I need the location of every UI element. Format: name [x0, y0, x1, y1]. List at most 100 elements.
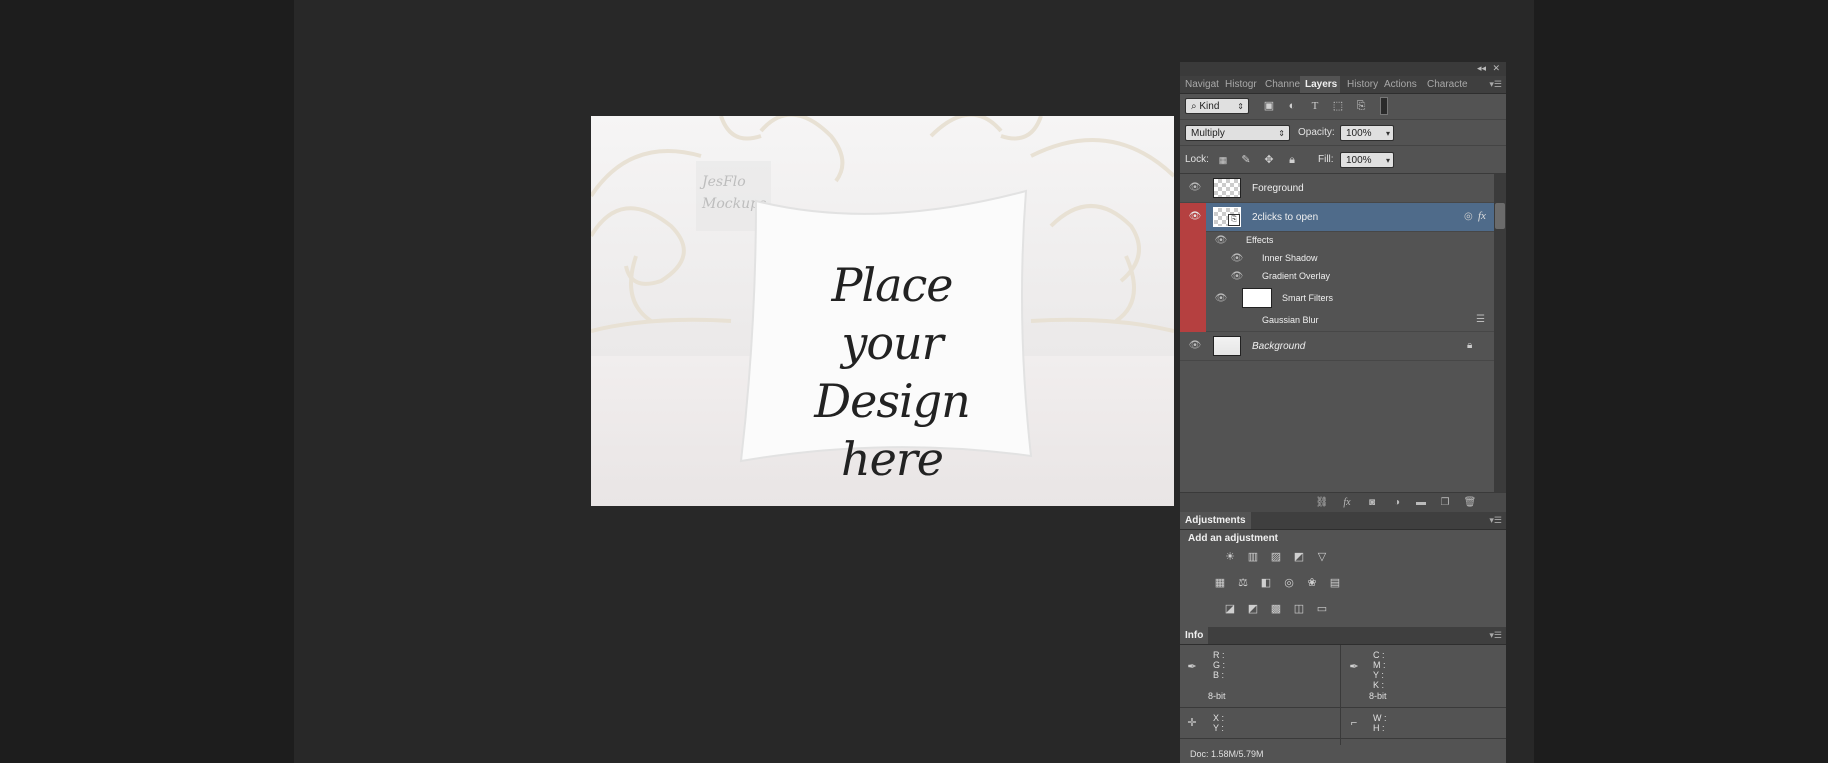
smart-filters-row[interactable]: 👁︎ Smart Filters — [1206, 286, 1494, 310]
selective-color-icon[interactable]: ◫ — [1292, 602, 1306, 616]
panel-menu-icon[interactable]: ▾☰ — [1489, 627, 1502, 644]
photo-filter-icon[interactable]: ◎ — [1282, 576, 1296, 590]
tab-channels[interactable]: Channe — [1260, 76, 1305, 93]
layer-name-foreground[interactable]: Foreground — [1252, 183, 1304, 194]
lock-transparent-pixels-icon[interactable]: ▦ — [1216, 153, 1230, 167]
visibility-eye-icon[interactable]: 👁︎ — [1230, 253, 1244, 264]
filter-gaussian-blur[interactable]: Gaussian Blur ☰ — [1206, 310, 1494, 332]
crosshair-icon: ✛ — [1187, 717, 1197, 729]
tab-history[interactable]: History — [1342, 76, 1383, 93]
chevron-down-icon: ▾ — [1385, 129, 1390, 138]
panels-dock: ◂◂ ✕ Navigat Histogr Channe Layers Histo… — [1180, 62, 1506, 763]
add-layer-style-icon[interactable]: fx — [1340, 496, 1354, 510]
new-group-folder-icon[interactable]: ▬ — [1414, 496, 1428, 510]
invert-icon[interactable]: ◪ — [1223, 602, 1237, 616]
cmyk-readout: C : M : Y : K : — [1373, 650, 1386, 690]
smart-object-filter-icon[interactable]: ⎘ — [1354, 99, 1368, 113]
c-label: C : — [1373, 650, 1385, 660]
fill-value: 100% — [1346, 155, 1372, 166]
blend-mode-value: Multiply — [1191, 128, 1225, 139]
layer-row-foreground[interactable]: 👁︎ Foreground — [1180, 174, 1494, 203]
smart-object-badge-icon: ⎘ — [1228, 214, 1240, 226]
filter-kind-value: Kind — [1199, 101, 1220, 112]
opacity-field[interactable]: 100% ▾ — [1340, 125, 1394, 141]
add-adjustment-heading: Add an adjustment — [1188, 533, 1279, 544]
hue-saturation-icon[interactable]: ▦ — [1213, 576, 1227, 590]
brightness-contrast-icon[interactable]: ☀ — [1223, 550, 1237, 564]
channel-mixer-icon[interactable]: ❀ — [1305, 576, 1319, 590]
new-adjustment-layer-icon[interactable]: ◑ — [1390, 496, 1404, 510]
gradient-map-icon[interactable]: ▭ — [1315, 602, 1329, 616]
threshold-icon[interactable]: ▩ — [1269, 602, 1283, 616]
lock-image-pixels-icon[interactable]: ✎ — [1239, 153, 1253, 167]
color-lookup-icon[interactable]: ▤ — [1328, 576, 1342, 590]
tab-character[interactable]: Characte — [1422, 76, 1473, 93]
effects-row[interactable]: 👁︎ Effects — [1206, 232, 1494, 250]
collapse-icon[interactable]: ◂◂ — [1477, 63, 1486, 74]
layer-thumbnail — [1213, 336, 1241, 356]
link-layers-icon[interactable]: ⛓ — [1315, 496, 1329, 510]
close-icon[interactable]: ✕ — [1492, 63, 1500, 74]
effect-gradient-overlay[interactable]: 👁︎ Gradient Overlay — [1206, 268, 1494, 286]
right-margin — [1534, 0, 1828, 763]
panel-menu-icon[interactable]: ▾☰ — [1489, 512, 1502, 529]
exposure-icon[interactable]: ◩ — [1292, 550, 1306, 564]
filter-toggle-switch[interactable] — [1380, 97, 1388, 115]
lock-label: Lock: — [1185, 154, 1209, 165]
layer-name-background[interactable]: Background — [1252, 341, 1305, 352]
tab-info[interactable]: Info — [1180, 627, 1209, 644]
vibrance-icon[interactable]: ▽ — [1315, 550, 1329, 564]
layers-bottom-toolbar: ⛓ fx ◙ ◑ ▬ ❐ 🗑︎ — [1180, 492, 1506, 513]
layers-list: 👁︎ Foreground ⎘ 2clicks to open ◎ fx 👁︎ … — [1180, 174, 1494, 492]
adjustments-tab-bar: Adjustments ▾☰ — [1180, 512, 1506, 530]
fx-icon[interactable]: fx — [1478, 210, 1486, 222]
black-white-icon[interactable]: ◧ — [1259, 576, 1273, 590]
visibility-eye-icon[interactable]: 👁︎ — [1188, 340, 1202, 351]
m-label: M : — [1373, 660, 1386, 670]
tab-navigator[interactable]: Navigat — [1180, 76, 1224, 93]
color-balance-icon[interactable]: ⚖ — [1236, 576, 1250, 590]
info-divider-horizontal — [1180, 738, 1506, 739]
visibility-eye-icon[interactable]: 👁︎ — [1214, 235, 1228, 246]
layers-scrollbar[interactable] — [1494, 174, 1506, 492]
curves-icon[interactable]: ▨ — [1269, 550, 1283, 564]
blend-mode-select[interactable]: Multiply ⇕ — [1185, 125, 1290, 141]
visibility-eye-icon[interactable]: 👁︎ — [1214, 293, 1228, 304]
levels-icon[interactable]: ▥ — [1246, 550, 1260, 564]
panel-dock-header: ◂◂ ✕ — [1180, 62, 1506, 76]
scrollbar-thumb[interactable] — [1495, 203, 1505, 229]
filter-kind-select[interactable]: ⌕ Kind ⇕ — [1185, 98, 1249, 114]
w-label: W : — [1373, 713, 1387, 723]
adjustment-layer-filter-icon[interactable]: ◐ — [1285, 99, 1299, 113]
tab-actions[interactable]: Actions — [1379, 76, 1422, 93]
lock-position-icon[interactable]: ✥ — [1262, 153, 1276, 167]
adjustments-panel-body: Add an adjustment ☀ ▥ ▨ ◩ ▽ ▦ ⚖ ◧ ◎ ❀ ▤ … — [1180, 530, 1506, 626]
effect-inner-shadow[interactable]: 👁︎ Inner Shadow — [1206, 250, 1494, 268]
fill-field[interactable]: 100% ▾ — [1340, 152, 1394, 168]
add-mask-icon[interactable]: ◙ — [1365, 496, 1379, 510]
pixel-layer-filter-icon[interactable]: ▣ — [1262, 99, 1276, 113]
filter-blending-options-icon[interactable]: ☰ — [1476, 314, 1485, 325]
layer-thumbnail — [1213, 178, 1241, 198]
panel-menu-icon[interactable]: ▾☰ — [1489, 76, 1502, 93]
visibility-eye-icon[interactable]: 👁︎ — [1230, 271, 1244, 282]
new-layer-icon[interactable]: ❐ — [1438, 496, 1452, 510]
layer-name-smart-object[interactable]: 2clicks to open — [1252, 212, 1318, 223]
layer-row-background[interactable]: 👁︎ Background 🔒︎ — [1180, 332, 1494, 361]
tab-histogram[interactable]: Histogr — [1220, 76, 1262, 93]
tab-layers[interactable]: Layers — [1300, 76, 1340, 93]
visibility-eye-icon[interactable]: 👁︎ — [1188, 182, 1202, 193]
pillow-text-line-2: Design here — [814, 374, 971, 486]
gradient-overlay-label: Gradient Overlay — [1262, 271, 1331, 281]
layer-row-smart-object[interactable]: ⎘ 2clicks to open ◎ fx — [1206, 203, 1494, 232]
bit-depth-left: 8-bit — [1208, 691, 1226, 701]
shape-layer-filter-icon[interactable]: ⬚ — [1331, 99, 1345, 113]
visibility-eye-icon[interactable]: 👁︎ — [1188, 211, 1202, 222]
tab-adjustments[interactable]: Adjustments — [1180, 512, 1251, 529]
posterize-icon[interactable]: ◩ — [1246, 602, 1260, 616]
type-layer-filter-icon[interactable]: T — [1308, 99, 1322, 113]
opacity-value: 100% — [1346, 128, 1372, 139]
document-canvas[interactable]: JesFlo Mockups Place your Design here — [591, 116, 1174, 506]
lock-all-icon[interactable]: 🔒︎ — [1285, 153, 1299, 167]
trash-icon[interactable]: 🗑︎ — [1463, 496, 1477, 510]
